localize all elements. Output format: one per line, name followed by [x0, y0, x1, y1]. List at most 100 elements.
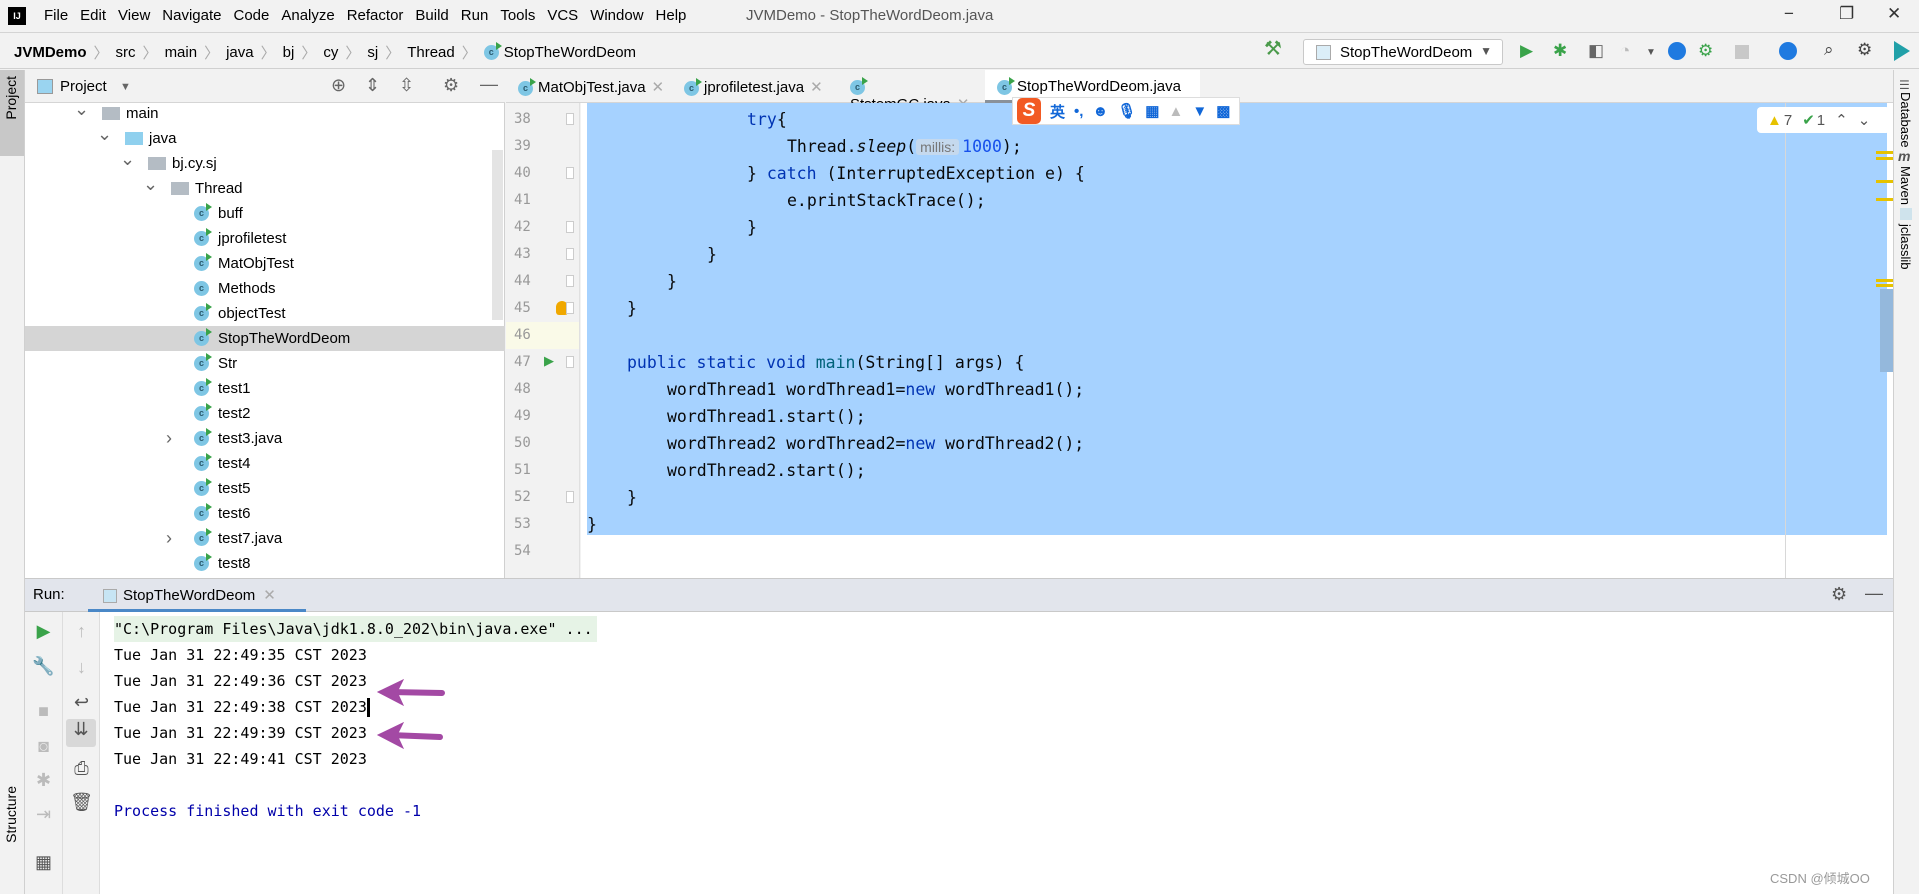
tree-item[interactable]: c test8: [25, 551, 505, 576]
database-tool-button[interactable]: Database: [1898, 92, 1913, 148]
soft-wrap-icon[interactable]: ↩: [63, 692, 100, 713]
gear-icon[interactable]: ⚙: [1831, 584, 1847, 605]
stop-icon[interactable]: ■: [25, 701, 62, 722]
more-dropdown-icon[interactable]: ▼: [1646, 43, 1656, 63]
gear-icon[interactable]: ⚙: [443, 75, 459, 96]
breadcrumb-item[interactable]: JVMDemo: [14, 44, 87, 61]
warning-stripe[interactable]: [1876, 279, 1893, 282]
warning-stripe[interactable]: [1876, 198, 1893, 201]
menu-file[interactable]: File: [38, 7, 74, 24]
coverage-icon[interactable]: ◧: [1588, 41, 1604, 61]
menu-navigate[interactable]: Navigate: [156, 7, 227, 24]
warning-stripe[interactable]: [1876, 157, 1893, 160]
close-tab-icon[interactable]: ✕: [263, 587, 276, 604]
run-icon[interactable]: ▶: [1520, 41, 1533, 61]
tree-item[interactable]: ⌄ java: [25, 124, 505, 151]
menu-analyze[interactable]: Analyze: [275, 7, 340, 24]
previous-highlight-icon[interactable]: ⌃: [1835, 111, 1848, 129]
fold-marker-icon[interactable]: [566, 302, 574, 314]
menu-run[interactable]: Run: [455, 7, 495, 24]
warning-stripe[interactable]: [1876, 180, 1893, 183]
chevron-down-icon[interactable]: ⌄: [97, 122, 112, 147]
menu-edit[interactable]: Edit: [74, 7, 112, 24]
tree-item[interactable]: c Str: [25, 351, 505, 376]
next-highlight-icon[interactable]: ⌄: [1858, 111, 1871, 129]
fold-marker-icon[interactable]: [566, 491, 574, 503]
breadcrumb-item[interactable]: sj: [367, 44, 378, 61]
editor-tab[interactable]: cStstemGC.java✕: [838, 70, 980, 113]
menu-view[interactable]: View: [112, 7, 156, 24]
wrench-icon[interactable]: 🔧: [25, 656, 62, 677]
tree-item[interactable]: c test1: [25, 376, 505, 401]
import-icon[interactable]: ⇥: [25, 804, 62, 825]
tree-item[interactable]: ⌄ Thread: [25, 174, 505, 201]
breadcrumb-item[interactable]: Thread: [407, 44, 455, 61]
menu-code[interactable]: Code: [227, 7, 275, 24]
keyboard-icon[interactable]: ▦: [1145, 102, 1159, 120]
menu-vcs[interactable]: VCS: [541, 7, 584, 24]
editor-tab[interactable]: c MatObjTest.java ✕: [506, 70, 666, 103]
chevron-right-icon[interactable]: ›: [166, 526, 172, 551]
tree-item[interactable]: › c test7.java: [25, 526, 505, 551]
chevron-down-icon[interactable]: ▼: [120, 81, 131, 93]
editor-tab[interactable]: c jprofiletest.java ✕: [672, 70, 832, 103]
jclasslib-tool-button[interactable]: jclasslib: [1898, 224, 1913, 270]
user-icon[interactable]: ▲: [1168, 103, 1183, 120]
maven-tool-button[interactable]: Maven: [1898, 166, 1913, 205]
search-icon[interactable]: ⌕: [1824, 40, 1834, 60]
minimize-button[interactable]: −: [1784, 4, 1794, 24]
fold-marker-icon[interactable]: [566, 221, 574, 233]
menu-window[interactable]: Window: [584, 7, 649, 24]
fold-marker-icon[interactable]: [566, 167, 574, 179]
print-icon[interactable]: ⎙: [63, 758, 100, 779]
fold-marker-icon[interactable]: [566, 356, 574, 368]
run-config-selector[interactable]: StopTheWordDeom ▼: [1303, 39, 1503, 65]
warning-stripe[interactable]: [1876, 151, 1893, 154]
tree-item[interactable]: c test2: [25, 401, 505, 426]
tree-item[interactable]: c buff: [25, 201, 505, 226]
profiler-icon[interactable]: [1668, 42, 1686, 60]
chevron-down-icon[interactable]: ⌄: [120, 147, 135, 172]
menu-build[interactable]: Build: [409, 7, 454, 24]
chevron-down-icon[interactable]: ⌄: [143, 172, 158, 197]
locate-icon[interactable]: ⊕: [331, 75, 346, 96]
ime-punct[interactable]: •,: [1074, 103, 1083, 120]
toolbox-logo-icon[interactable]: [1894, 41, 1910, 61]
hide-panel-icon[interactable]: —: [480, 74, 498, 95]
menu-help[interactable]: Help: [650, 7, 693, 24]
fold-marker-icon[interactable]: [566, 248, 574, 260]
tree-item[interactable]: › c test3.java: [25, 426, 505, 451]
arrow-down-icon[interactable]: ↓: [63, 657, 100, 678]
close-tab-icon[interactable]: ✕: [652, 79, 665, 96]
breadcrumb-item[interactable]: StopTheWordDeom: [504, 44, 636, 61]
tree-item[interactable]: c Methods: [25, 276, 505, 301]
breadcrumb-item[interactable]: bj: [283, 44, 295, 61]
console-output[interactable]: "C:\Program Files\Java\jdk1.8.0_202\bin\…: [100, 612, 1893, 894]
tree-item[interactable]: c StopTheWordDeom: [25, 326, 505, 351]
debug-bug-icon[interactable]: ✱: [25, 770, 62, 791]
breadcrumb-item[interactable]: cy: [323, 44, 338, 61]
apps-icon[interactable]: ▩: [1216, 102, 1230, 120]
editor-scrollbar[interactable]: [1880, 289, 1893, 372]
ime-mode[interactable]: 英: [1050, 101, 1065, 122]
breadcrumb-item[interactable]: src: [116, 44, 136, 61]
emoji-icon[interactable]: ☻: [1092, 103, 1108, 120]
update-icon[interactable]: [1779, 42, 1797, 60]
collapse-all-icon[interactable]: ⇳: [399, 75, 414, 96]
structure-tool-button[interactable]: Structure: [3, 786, 19, 843]
arrow-up-icon[interactable]: ↑: [63, 621, 100, 642]
chevron-right-icon[interactable]: ›: [166, 426, 172, 451]
fold-marker-icon[interactable]: [566, 275, 574, 287]
breadcrumb-item[interactable]: java: [226, 44, 254, 61]
expand-all-icon[interactable]: ⇕: [365, 75, 380, 96]
tree-item[interactable]: c objectTest: [25, 301, 505, 326]
project-view-selector[interactable]: Project: [60, 78, 107, 95]
tree-item[interactable]: ⌄ bj.cy.sj: [25, 149, 505, 176]
restore-button[interactable]: ❐: [1839, 4, 1854, 24]
microphone-icon[interactable]: 🎙: [1117, 102, 1136, 120]
run-gutter-icon[interactable]: ▶: [544, 353, 554, 369]
skin-icon[interactable]: ▼: [1192, 103, 1207, 120]
rerun-icon[interactable]: ▶: [25, 621, 62, 642]
gear-icon[interactable]: ⚙: [1857, 40, 1872, 60]
run-tab[interactable]: StopTheWordDeom ✕: [88, 579, 306, 612]
